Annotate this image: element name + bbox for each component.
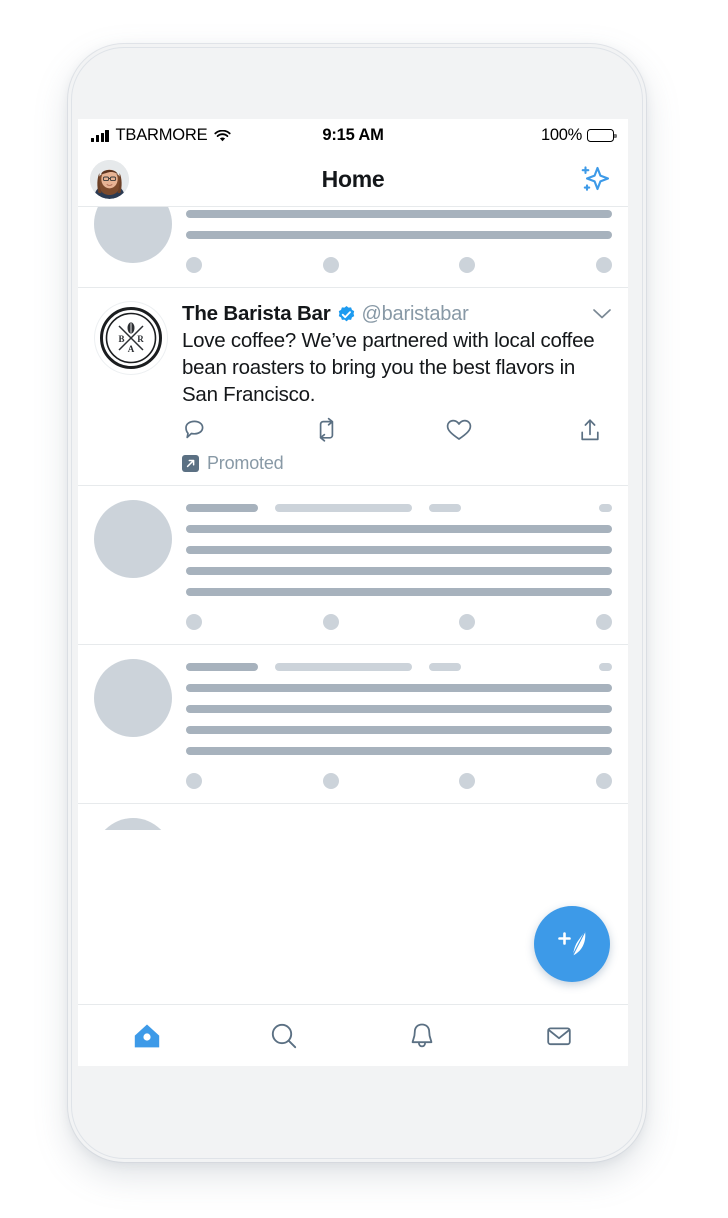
skeleton-line [186, 747, 612, 755]
skeleton-avatar [94, 659, 172, 737]
skeleton-action-dot [459, 614, 476, 630]
bell-icon [403, 1017, 441, 1055]
promoted-tweet[interactable]: B R A The Barista Bar @baristabar Love c… [78, 288, 628, 486]
battery-full-icon [587, 129, 617, 142]
share-icon[interactable] [578, 417, 602, 443]
skeleton-body [186, 659, 613, 789]
skeleton-action-dot [186, 257, 202, 273]
skeleton-actions [186, 614, 613, 630]
promoted-arrow-icon [182, 455, 199, 472]
skeleton-action-dot [322, 773, 339, 789]
skeleton-action-dot [322, 257, 339, 273]
sidebar-item-home[interactable] [78, 1005, 216, 1066]
reply-icon[interactable] [182, 417, 208, 443]
list-item[interactable] [78, 804, 628, 830]
phone-screen: TBARMORE 9:15 AM 100% Home B R A The Bar… [78, 119, 628, 1066]
skeleton-action-dot [322, 614, 339, 630]
barista-bar-logo[interactable]: B R A [94, 301, 168, 375]
verified-badge-icon [337, 305, 356, 324]
screenshot-stage: TBARMORE 9:15 AM 100% Home B R A The Bar… [0, 0, 728, 1218]
like-icon[interactable] [445, 417, 473, 443]
skeleton-avatar [94, 500, 172, 578]
tweet-body: The Barista Bar @baristabar Love coffee?… [182, 301, 612, 474]
app-header: Home [78, 152, 628, 207]
skeleton-line [186, 231, 612, 239]
bottom-tab-bar [78, 1004, 628, 1066]
svg-text:A: A [128, 344, 135, 354]
skeleton-action-dot [186, 773, 202, 789]
sparkle-button[interactable] [574, 160, 612, 198]
sidebar-item-search[interactable] [216, 1005, 354, 1066]
skeleton-line [186, 546, 612, 554]
account-handle: @baristabar [361, 302, 469, 325]
skeleton-actions [186, 257, 613, 273]
skeleton-action-dot [186, 614, 202, 630]
skeleton-body [186, 500, 613, 630]
skeleton-actions [186, 773, 613, 789]
skeleton-line [186, 705, 612, 713]
compose-tweet-button[interactable] [534, 906, 610, 982]
skeleton-body [186, 207, 613, 273]
skeleton-handle [275, 663, 412, 671]
skeleton-caret [599, 504, 612, 512]
timeline-feed[interactable]: B R A The Barista Bar @baristabar Love c… [78, 207, 628, 1004]
skeleton-caret [599, 663, 612, 671]
skeleton-line [186, 588, 612, 596]
home-icon [128, 1017, 166, 1055]
status-bar: TBARMORE 9:15 AM 100% [78, 119, 628, 152]
skeleton-name [186, 663, 258, 671]
retweet-icon[interactable] [313, 417, 340, 443]
skeleton-handle [275, 504, 412, 512]
sidebar-item-messages[interactable] [491, 1005, 629, 1066]
skeleton-action-dot [596, 257, 613, 273]
chevron-down-icon[interactable] [592, 308, 612, 321]
skeleton-meta [186, 504, 612, 512]
skeleton-body [186, 818, 612, 830]
sidebar-item-notifications[interactable] [353, 1005, 491, 1066]
search-icon [265, 1017, 303, 1055]
list-item[interactable] [78, 645, 628, 804]
skeleton-meta [186, 663, 612, 671]
sparkle-icon [574, 160, 612, 198]
svg-text:B: B [118, 334, 124, 344]
promoted-label: Promoted [207, 453, 284, 473]
envelope-icon [540, 1017, 578, 1055]
skeleton-avatar [94, 818, 172, 830]
page-title: Home [321, 165, 385, 192]
skeleton-avatar [94, 207, 172, 263]
feather-plus-icon [551, 923, 593, 965]
skeleton-name [186, 504, 258, 512]
skeleton-timestamp [429, 663, 461, 671]
list-item[interactable] [78, 207, 628, 288]
promoted-row: Promoted [182, 453, 612, 474]
skeleton-line [186, 567, 612, 575]
skeleton-line [186, 210, 612, 218]
tweet-header: The Barista Bar @baristabar [182, 302, 612, 326]
skeleton-action-dot [596, 614, 613, 630]
battery-percent-label: 100% [540, 126, 582, 144]
skeleton-line [186, 684, 612, 692]
svg-text:R: R [137, 334, 144, 344]
display-name: The Barista Bar [182, 302, 331, 325]
skeleton-timestamp [429, 504, 461, 512]
tweet-text: Love coffee? We’ve partnered with local … [182, 329, 595, 406]
status-bar-right: 100% [540, 126, 617, 145]
skeleton-action-dot [459, 257, 476, 273]
skeleton-action-dot [596, 773, 613, 789]
skeleton-line [186, 726, 612, 734]
skeleton-line [186, 525, 612, 533]
list-item[interactable] [78, 486, 628, 645]
skeleton-action-dot [459, 773, 476, 789]
tweet-actions [182, 417, 612, 443]
